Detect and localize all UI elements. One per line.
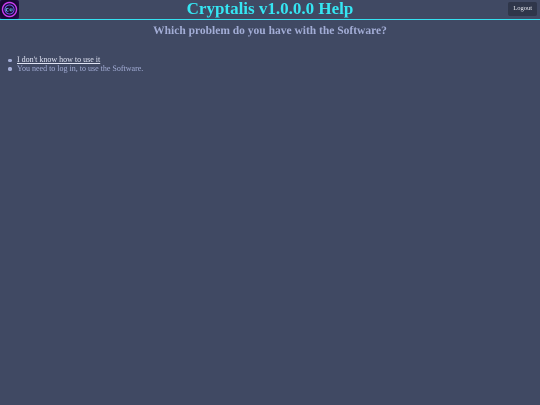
problem-list: I don't know how to use it You need to l…	[0, 55, 540, 74]
logout-button[interactable]: Logout	[508, 2, 537, 16]
login-required-text: You need to log in, to use the Software.	[17, 63, 144, 73]
bullet-icon	[8, 58, 12, 62]
bullet-icon	[8, 67, 12, 71]
list-item: You need to log in, to use the Software.	[8, 63, 540, 74]
page-title: Cryptalis v1.0.0.0 Help	[186, 0, 354, 18]
problem-question: Which problem do you have with the Softw…	[153, 25, 387, 37]
app-header: C© Cryptalis v1.0.0.0 Help Logout	[0, 0, 540, 20]
